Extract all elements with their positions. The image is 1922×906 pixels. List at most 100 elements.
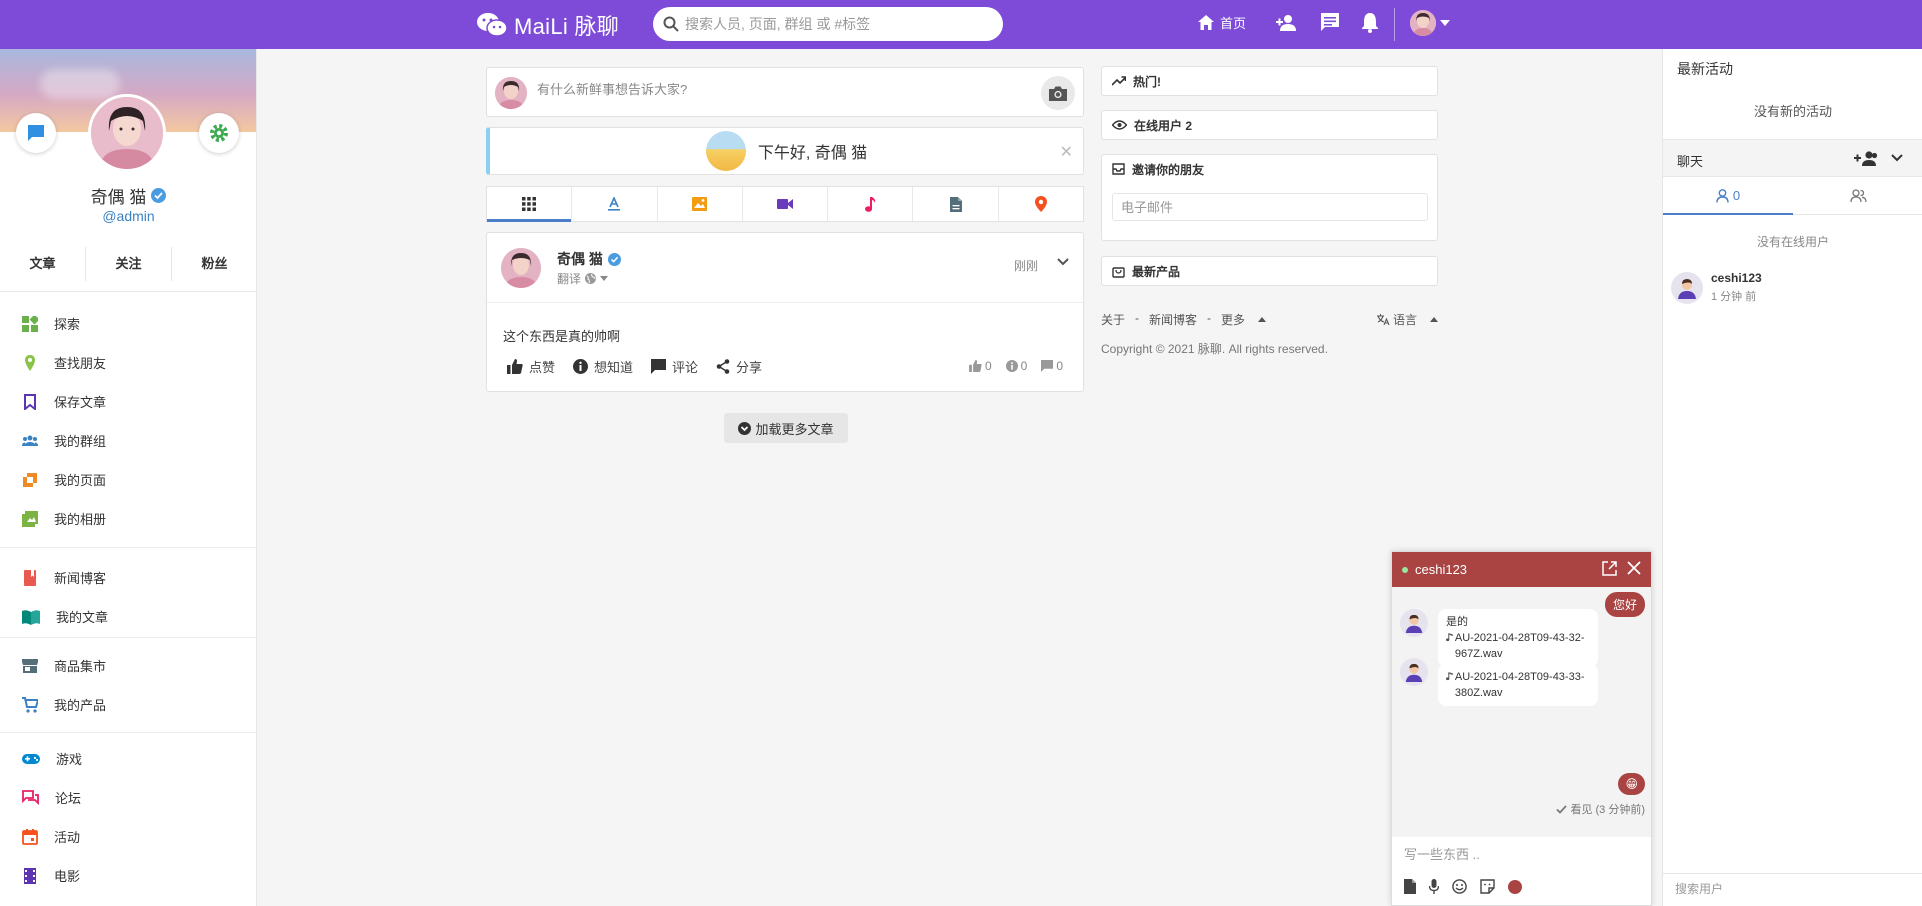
sidebar-item-games[interactable]: 游戏 xyxy=(0,739,256,778)
sidebar-item-movies[interactable]: 电影 xyxy=(0,856,256,895)
add-users-icon[interactable] xyxy=(1854,150,1878,167)
tab-groups[interactable] xyxy=(1793,177,1922,214)
wonder-count[interactable]: 0 xyxy=(1005,359,1028,373)
latest-products-widget[interactable]: 最新产品 xyxy=(1101,256,1438,286)
like-count-value: 0 xyxy=(984,359,992,373)
user-menu[interactable] xyxy=(1410,10,1450,36)
footer-about-link[interactable]: 关于 xyxy=(1101,311,1125,328)
sidebar-item-label: 我的产品 xyxy=(54,698,107,713)
wonder-count-value: 0 xyxy=(1020,359,1028,373)
collapse-chevron-icon[interactable] xyxy=(1891,154,1903,162)
post-options-chevron-icon[interactable] xyxy=(1057,258,1069,266)
tab-text[interactable] xyxy=(572,187,658,221)
chat-user-item[interactable]: ceshi123 1 分钟 前 xyxy=(1671,271,1762,304)
search-input[interactable] xyxy=(685,16,975,32)
tab-all[interactable] xyxy=(487,187,573,222)
chat-message-input[interactable] xyxy=(1404,847,1634,862)
post-author-name[interactable]: 奇偶 猫 xyxy=(557,249,603,269)
tab-video[interactable] xyxy=(743,187,829,221)
sidebar-item-my-pages[interactable]: 我的页面 xyxy=(0,460,256,499)
privacy-chevron-down-icon[interactable] xyxy=(600,276,609,281)
wonder-button[interactable]: 想知道 xyxy=(573,357,633,376)
trending-widget[interactable]: 热门! xyxy=(1101,66,1438,96)
tab-online-users[interactable]: 0 xyxy=(1663,177,1793,215)
music-icon xyxy=(865,196,876,212)
sidebar-item-my-groups[interactable]: 我的群组 xyxy=(0,421,256,460)
stat-posts[interactable]: 文章 xyxy=(0,247,86,281)
sidebar-item-events[interactable]: 活动 xyxy=(0,817,256,856)
right-panel: 最新活动 没有新的活动 聊天 0 没有在线用户 ceshi123 1 分钟 前 xyxy=(1662,49,1922,906)
notifications-bell-icon[interactable] xyxy=(1361,12,1379,33)
sidebar-item-explore[interactable]: 探索 xyxy=(0,304,256,343)
color-picker-dot[interactable] xyxy=(1508,879,1522,894)
tab-photo[interactable] xyxy=(658,187,743,221)
stat-following[interactable]: 关注 xyxy=(86,247,172,281)
sidebar-item-news-blogs[interactable]: 新闻博客 xyxy=(0,558,256,597)
like-button[interactable]: 点赞 xyxy=(507,357,555,376)
profile-name[interactable]: 奇偶 猫 xyxy=(91,183,147,208)
chat-toolbar xyxy=(1404,879,1522,894)
sidebar-item-marketplace[interactable]: 商品集市 xyxy=(0,646,256,685)
emoji-icon[interactable] xyxy=(1452,879,1467,894)
add-friend-icon[interactable] xyxy=(1275,12,1297,34)
messages-button[interactable] xyxy=(16,113,56,153)
sidebar-item-my-articles[interactable]: 我的文章 xyxy=(0,597,256,636)
language-label: 语言 xyxy=(1392,313,1417,327)
load-more-button[interactable]: 加载更多文章 xyxy=(724,413,848,443)
inbox-icon xyxy=(1112,163,1125,175)
close-icon[interactable] xyxy=(1627,561,1641,575)
video-icon xyxy=(776,199,793,209)
sidebar-item-label: 活动 xyxy=(54,830,81,845)
nav-home-link[interactable]: 首页 xyxy=(1198,13,1246,32)
messages-icon[interactable] xyxy=(1320,12,1340,32)
sidebar-item-find-friends[interactable]: 查找朋友 xyxy=(0,343,256,382)
settings-button[interactable] xyxy=(199,113,239,153)
message-bubble-sent: 您好 xyxy=(1604,592,1645,617)
online-users-widget[interactable]: 在线用户 2 xyxy=(1101,110,1438,140)
composer-input[interactable] xyxy=(537,82,987,97)
camera-button[interactable] xyxy=(1041,76,1075,110)
microphone-icon[interactable] xyxy=(1429,879,1439,894)
translate-icon xyxy=(1376,314,1390,325)
logo-text: MaiLi 脉聊 xyxy=(514,14,620,39)
chat-window-header[interactable]: ceshi123 xyxy=(1392,552,1651,587)
comment-icon xyxy=(1041,360,1054,372)
logo[interactable]: MaiLi 脉聊 xyxy=(476,9,619,41)
share-label: 分享 xyxy=(736,360,763,375)
language-selector[interactable]: 语言 xyxy=(1376,311,1438,328)
attach-file-icon[interactable] xyxy=(1404,879,1416,894)
message-avatar xyxy=(1400,658,1428,686)
sidebar-item-forum[interactable]: 论坛 xyxy=(0,778,256,817)
profile-handle[interactable]: @admin xyxy=(0,208,256,224)
translate-link[interactable]: 翻译 xyxy=(557,270,581,287)
audio-attachment[interactable]: AU-2021-04-28T09-43-32-967Z.wav xyxy=(1446,630,1590,662)
profile-avatar[interactable] xyxy=(88,94,166,172)
footer-links: 关于 - 新闻博客 - 更多 语言 xyxy=(1101,311,1438,328)
tab-music[interactable] xyxy=(828,187,914,221)
like-count[interactable]: 0 xyxy=(969,359,992,373)
sidebar-item-label: 新闻博客 xyxy=(54,571,107,586)
close-icon[interactable]: ✕ xyxy=(1060,142,1073,162)
share-button[interactable]: 分享 xyxy=(716,357,762,376)
avatar-portrait-icon xyxy=(1410,10,1436,36)
sidebar-item-saved-posts[interactable]: 保存文章 xyxy=(0,382,256,421)
post-time[interactable]: 刚刚 xyxy=(1014,257,1038,274)
info-icon xyxy=(1005,360,1018,372)
sidebar-item-my-products[interactable]: 我的产品 xyxy=(0,685,256,724)
footer-blog-link[interactable]: 新闻博客 xyxy=(1149,311,1197,328)
tab-file[interactable] xyxy=(913,187,999,221)
stat-followers[interactable]: 粉丝 xyxy=(172,247,256,281)
popout-icon[interactable] xyxy=(1602,561,1617,576)
sidebar-item-my-albums[interactable]: 我的相册 xyxy=(0,499,256,538)
post-author-avatar[interactable] xyxy=(501,248,541,288)
comment-button[interactable]: 评论 xyxy=(651,357,698,376)
audio-attachment[interactable]: AU-2021-04-28T09-43-33-380Z.wav xyxy=(1446,669,1590,701)
footer-more-link[interactable]: 更多 xyxy=(1221,311,1267,328)
user-icon xyxy=(1716,188,1729,203)
comment-count[interactable]: 0 xyxy=(1041,359,1063,373)
user-search-input[interactable] xyxy=(1675,882,1905,896)
tab-location[interactable] xyxy=(999,187,1083,221)
invite-email-input[interactable] xyxy=(1112,193,1428,221)
sidebar-item-label: 我的文章 xyxy=(56,610,109,625)
sticker-icon[interactable] xyxy=(1480,879,1495,894)
